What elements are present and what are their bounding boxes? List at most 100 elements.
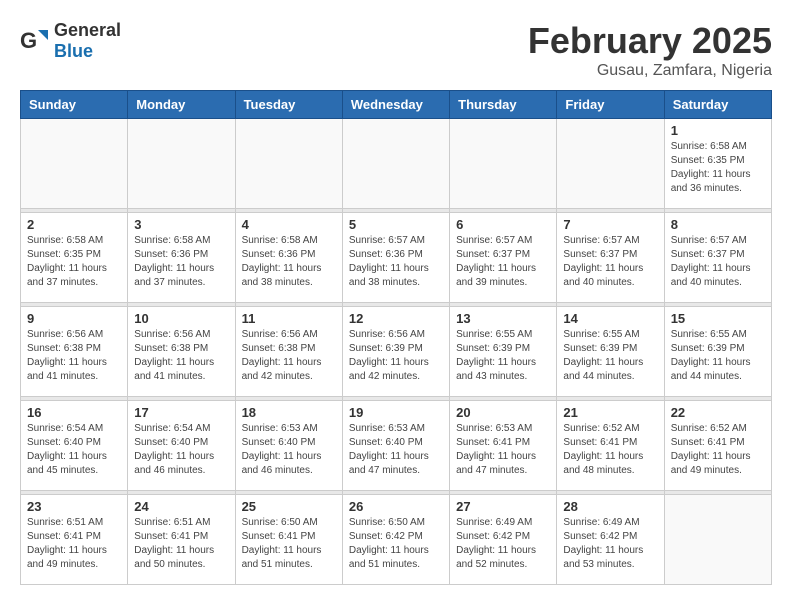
day-number: 17 [134, 405, 228, 420]
day-info: Sunrise: 6:58 AM Sunset: 6:36 PM Dayligh… [134, 234, 228, 290]
calendar-week-row-4: 16 Sunrise: 6:54 AM Sunset: 6:40 PM Dayli… [21, 401, 772, 491]
day-info: Sunrise: 6:51 AM Sunset: 6:41 PM Dayligh… [134, 516, 228, 572]
weekday-header-wednesday: Wednesday [342, 91, 449, 119]
day-number: 4 [242, 217, 336, 232]
calendar-cell: 2Sunrise: 6:58 AM Sunset: 6:35 PM Daylig… [21, 213, 128, 303]
day-info: Sunrise: 6:57 AM Sunset: 6:36 PM Dayligh… [349, 234, 443, 290]
day-number: 22 [671, 405, 765, 420]
day-number: 21 [563, 405, 657, 420]
calendar-cell [342, 119, 449, 209]
location-title: Gusau, Zamfara, Nigeria [528, 62, 772, 80]
calendar-cell: 9Sunrise: 6:56 AM Sunset: 6:38 PM Daylig… [21, 307, 128, 397]
day-info: Sunrise: 6:49 AM Sunset: 6:42 PM Dayligh… [456, 516, 550, 572]
calendar-cell: 8 Sunrise: 6:57 AM Sunset: 6:37 PM Daylig… [664, 213, 771, 303]
day-info: Sunrise: 6:58 AM Sunset: 6:35 PM Dayligh… [671, 140, 765, 196]
day-info: Sunrise: 6:56 AM Sunset: 6:38 PM Dayligh… [134, 328, 228, 384]
calendar-cell: 20Sunrise: 6:53 AM Sunset: 6:41 PM Dayli… [450, 401, 557, 491]
day-info: Sunrise: 6:55 AM Sunset: 6:39 PM Dayligh… [671, 328, 765, 384]
day-info: Sunrise: 6:50 AM Sunset: 6:42 PM Dayligh… [349, 516, 443, 572]
day-info: Sunrise: 6:49 AM Sunset: 6:42 PM Dayligh… [563, 516, 657, 572]
day-number: 28 [563, 499, 657, 514]
day-number: 19 [349, 405, 443, 420]
calendar-cell: 15 Sunrise: 6:55 AM Sunset: 6:39 PM Dayli… [664, 307, 771, 397]
day-info: Sunrise: 6:54 AM Sunset: 6:40 PM Dayligh… [27, 422, 121, 478]
logo-blue-text: Blue [54, 41, 93, 61]
day-number: 14 [563, 311, 657, 326]
calendar-cell: 27 Sunrise: 6:49 AM Sunset: 6:42 PM Dayli… [450, 495, 557, 585]
svg-text:G: G [20, 28, 37, 53]
calendar-cell: 25Sunrise: 6:50 AM Sunset: 6:41 PM Dayli… [235, 495, 342, 585]
calendar-cell: 24 Sunrise: 6:51 AM Sunset: 6:41 PM Dayli… [128, 495, 235, 585]
day-number: 15 [671, 311, 765, 326]
calendar-week-row-2: 2Sunrise: 6:58 AM Sunset: 6:35 PM Daylig… [21, 213, 772, 303]
calendar-cell: 21 Sunrise: 6:52 AM Sunset: 6:41 PM Dayli… [557, 401, 664, 491]
day-info: Sunrise: 6:51 AM Sunset: 6:41 PM Dayligh… [27, 516, 121, 572]
day-number: 26 [349, 499, 443, 514]
day-info: Sunrise: 6:56 AM Sunset: 6:39 PM Dayligh… [349, 328, 443, 384]
day-info: Sunrise: 6:54 AM Sunset: 6:40 PM Dayligh… [134, 422, 228, 478]
calendar-cell: 14 Sunrise: 6:55 AM Sunset: 6:39 PM Dayli… [557, 307, 664, 397]
calendar-cell: 23 Sunrise: 6:51 AM Sunset: 6:41 PM Dayli… [21, 495, 128, 585]
calendar-cell [235, 119, 342, 209]
day-number: 16 [27, 405, 121, 420]
calendar-cell: 1 Sunrise: 6:58 AM Sunset: 6:35 PM Daylig… [664, 119, 771, 209]
calendar-week-row-1: 1 Sunrise: 6:58 AM Sunset: 6:35 PM Daylig… [21, 119, 772, 209]
calendar-cell: 18 Sunrise: 6:53 AM Sunset: 6:40 PM Dayli… [235, 401, 342, 491]
calendar-cell [664, 495, 771, 585]
day-number: 23 [27, 499, 121, 514]
logo-general-text: General [54, 20, 121, 40]
day-info: Sunrise: 6:52 AM Sunset: 6:41 PM Dayligh… [671, 422, 765, 478]
calendar-week-row-5: 23 Sunrise: 6:51 AM Sunset: 6:41 PM Dayli… [21, 495, 772, 585]
calendar-cell [557, 119, 664, 209]
calendar-cell: 26 Sunrise: 6:50 AM Sunset: 6:42 PM Dayli… [342, 495, 449, 585]
day-info: Sunrise: 6:58 AM Sunset: 6:36 PM Dayligh… [242, 234, 336, 290]
month-title: February 2025 [528, 20, 772, 62]
weekday-header-row: SundayMondayTuesdayWednesdayThursdayFrid… [21, 91, 772, 119]
weekday-header-friday: Friday [557, 91, 664, 119]
day-number: 10 [134, 311, 228, 326]
day-info: Sunrise: 6:57 AM Sunset: 6:37 PM Dayligh… [671, 234, 765, 290]
day-number: 1 [671, 123, 765, 138]
calendar-cell: 5 Sunrise: 6:57 AM Sunset: 6:36 PM Daylig… [342, 213, 449, 303]
calendar-cell: 12 Sunrise: 6:56 AM Sunset: 6:39 PM Dayli… [342, 307, 449, 397]
day-number: 18 [242, 405, 336, 420]
day-number: 8 [671, 217, 765, 232]
day-info: Sunrise: 6:55 AM Sunset: 6:39 PM Dayligh… [456, 328, 550, 384]
weekday-header-thursday: Thursday [450, 91, 557, 119]
day-info: Sunrise: 6:53 AM Sunset: 6:40 PM Dayligh… [349, 422, 443, 478]
day-number: 2 [27, 217, 121, 232]
day-number: 5 [349, 217, 443, 232]
weekday-header-sunday: Sunday [21, 91, 128, 119]
calendar-cell: 4 Sunrise: 6:58 AM Sunset: 6:36 PM Daylig… [235, 213, 342, 303]
weekday-header-tuesday: Tuesday [235, 91, 342, 119]
calendar-cell: 22 Sunrise: 6:52 AM Sunset: 6:41 PM Dayli… [664, 401, 771, 491]
day-number: 12 [349, 311, 443, 326]
day-number: 27 [456, 499, 550, 514]
logo-icon: G [20, 26, 50, 56]
day-info: Sunrise: 6:57 AM Sunset: 6:37 PM Dayligh… [456, 234, 550, 290]
day-info: Sunrise: 6:55 AM Sunset: 6:39 PM Dayligh… [563, 328, 657, 384]
day-number: 6 [456, 217, 550, 232]
day-number: 7 [563, 217, 657, 232]
day-info: Sunrise: 6:53 AM Sunset: 6:40 PM Dayligh… [242, 422, 336, 478]
day-info: Sunrise: 6:56 AM Sunset: 6:38 PM Dayligh… [242, 328, 336, 384]
weekday-header-saturday: Saturday [664, 91, 771, 119]
day-number: 3 [134, 217, 228, 232]
calendar-cell [128, 119, 235, 209]
day-info: Sunrise: 6:52 AM Sunset: 6:41 PM Dayligh… [563, 422, 657, 478]
day-number: 24 [134, 499, 228, 514]
calendar-cell: 7 Sunrise: 6:57 AM Sunset: 6:37 PM Daylig… [557, 213, 664, 303]
calendar-cell: 3 Sunrise: 6:58 AM Sunset: 6:36 PM Daylig… [128, 213, 235, 303]
logo: G General Blue [20, 20, 121, 62]
day-number: 13 [456, 311, 550, 326]
day-info: Sunrise: 6:56 AM Sunset: 6:38 PM Dayligh… [27, 328, 121, 384]
calendar-table: SundayMondayTuesdayWednesdayThursdayFrid… [20, 90, 772, 585]
day-info: Sunrise: 6:57 AM Sunset: 6:37 PM Dayligh… [563, 234, 657, 290]
day-number: 25 [242, 499, 336, 514]
calendar-cell: 13 Sunrise: 6:55 AM Sunset: 6:39 PM Dayli… [450, 307, 557, 397]
calendar-cell [21, 119, 128, 209]
day-number: 11 [242, 311, 336, 326]
calendar-cell: 11 Sunrise: 6:56 AM Sunset: 6:38 PM Dayli… [235, 307, 342, 397]
calendar-week-row-3: 9Sunrise: 6:56 AM Sunset: 6:38 PM Daylig… [21, 307, 772, 397]
day-info: Sunrise: 6:53 AM Sunset: 6:41 PM Dayligh… [456, 422, 550, 478]
